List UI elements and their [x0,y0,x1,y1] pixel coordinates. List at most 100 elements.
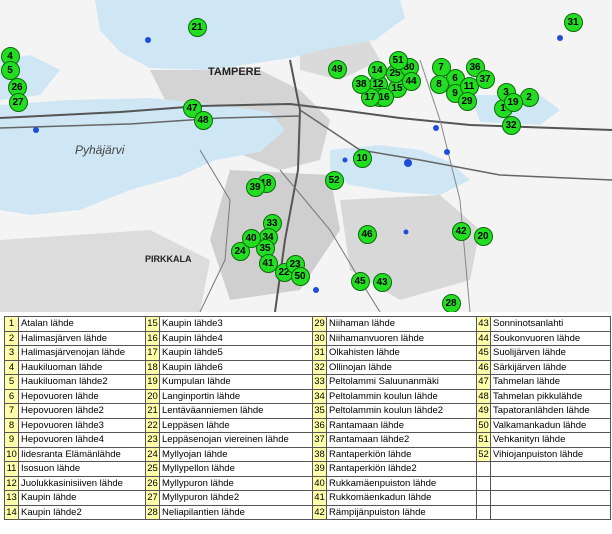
legend-row: 3 Halimasjärvenojan lähde 17 Kaupin lähde5 3… [4,345,611,361]
legend-number: 27 [145,490,160,506]
legend-number: 18 [145,359,160,375]
legend-spring-name: Halimasjärven lähde [18,330,146,346]
legend-spring-name: Tahmelan pikkulähde [490,388,611,404]
spring-marker-39[interactable]: 39 [245,177,265,197]
legend-spring-name: Rantaperkiön lähde2 [326,461,477,477]
spring-marker-41[interactable]: 41 [258,253,278,273]
legend-spring-name: Lentäväanniemen lähde [159,403,313,419]
legend-row: 11 Isosuon lähde 25 Myllypellon lähde 39 Rant… [4,461,611,477]
spring-marker-32[interactable]: 32 [501,115,521,135]
legend-spring-name: Ollinojan lähde [326,359,477,375]
legend-spring-name: Niihamanvuoren lähde [326,330,477,346]
spring-marker-45[interactable]: 45 [350,271,370,291]
legend-row: 14 Kaupin lähde2 28 Neliapilantien lähde 42 R… [4,504,611,520]
legend-number: 21 [145,403,160,419]
legend-number: 2 [4,330,19,346]
legend-spring-name: Isosuon lähde [18,461,146,477]
spring-marker-49[interactable]: 49 [327,59,347,79]
legend-number: 13 [4,490,19,506]
spring-marker-29[interactable]: 29 [457,91,477,111]
legend-spring-name: Särkijärven lähde [490,359,611,375]
spring-marker-38[interactable]: 38 [351,74,371,94]
legend-spring-name: Haukiluoman lähde [18,359,146,375]
legend-spring-name: Rantaperkiön lähde [326,446,477,462]
spring-marker-10[interactable]: 10 [352,148,372,168]
legend-spring-name: Tapatoranlähden lähde [490,403,611,419]
spring-marker-19[interactable]: 19 [503,92,523,112]
legend-number: 33 [312,374,327,390]
legend-number: 24 [145,446,160,462]
legend-number: 6 [4,388,19,404]
legend-number: 46 [476,359,491,375]
legend-spring-name: Myllypuron lähde [159,475,313,491]
spring-marker-37[interactable]: 37 [475,69,495,89]
spring-marker-21[interactable]: 21 [187,17,207,37]
legend-empty-cell [476,490,491,506]
spring-marker-51[interactable]: 51 [388,50,408,70]
legend-empty-cell [490,475,611,491]
legend-empty-cell [490,504,611,520]
legend-number: 30 [312,330,327,346]
legend-spring-name: Olkahisten lähde [326,345,477,361]
legend-number: 3 [4,345,19,361]
spring-marker-7[interactable]: 7 [431,57,451,77]
legend-number: 32 [312,359,327,375]
spring-marker-46[interactable]: 46 [357,224,377,244]
legend-number: 25 [145,461,160,477]
legend-number: 37 [312,432,327,448]
legend-spring-name: Myllypellon lähde [159,461,313,477]
legend-empty-cell [490,461,611,477]
spring-marker-43[interactable]: 43 [372,272,392,292]
legend-number: 38 [312,446,327,462]
legend-spring-name: Vihiojanpuiston lähde [490,446,611,462]
legend-number: 26 [145,475,160,491]
legend-row: 6 Hepovuoren lähde 20 Langinportin lähde 34 P… [4,388,611,404]
legend-row: 1 Atalan lähde 15 Kaupin lähde3 29 Niihaman l… [4,316,611,332]
legend-spring-name: Rukkamäenpuiston lähde [326,475,477,491]
legend-spring-name: Kaupin lähde6 [159,359,313,375]
legend-spring-name: Neliapilantien lähde [159,504,313,520]
spring-marker-52[interactable]: 52 [324,170,344,190]
legend-number: 17 [145,345,160,361]
legend-number: 48 [476,388,491,404]
spring-marker-40[interactable]: 40 [241,228,261,248]
legend-spring-name: Suolijärven lähde [490,345,611,361]
spring-marker-48[interactable]: 48 [193,110,213,130]
legend-spring-name: Hepovuoren lähde3 [18,417,146,433]
spring-marker-31[interactable]: 31 [563,12,583,32]
legend-number: 14 [4,504,19,520]
spring-marker-5[interactable]: 5 [0,60,20,80]
legend-spring-name: Myllypuron lähde2 [159,490,313,506]
legend-number: 11 [4,461,19,477]
legend-number: 23 [145,432,160,448]
legend-row: 7 Hepovuoren lähde2 21 Lentäväanniemen lähd… [4,403,611,419]
legend-spring-name: Leppäsenojan viereinen lähde [159,432,313,448]
legend-spring-name: Rantamaan lähde [326,417,477,433]
legend-number: 45 [476,345,491,361]
legend-row: 8 Hepovuoren lähde3 22 Leppäsen lähde 36 Rant… [4,417,611,433]
spring-marker-20[interactable]: 20 [473,226,493,246]
spring-marker-42[interactable]: 42 [451,221,471,241]
legend-number: 51 [476,432,491,448]
spring-marker-28[interactable]: 28 [441,293,461,312]
spring-marker-14[interactable]: 14 [367,60,387,80]
legend-spring-name: Atalan lähde [18,316,146,332]
legend-number: 42 [312,504,327,520]
legend-empty-cell [476,475,491,491]
legend-number: 39 [312,461,327,477]
legend-table: 1 Atalan lähde 15 Kaupin lähde3 29 Niihaman l… [4,316,611,520]
legend-spring-name: Juolukkasinisiiven lähde [18,475,146,491]
legend-number: 49 [476,403,491,419]
legend-number: 34 [312,388,327,404]
legend-number: 5 [4,374,19,390]
legend-spring-name: Tahmelan lähde [490,374,611,390]
legend-number: 7 [4,403,19,419]
place-label-tampere: TAMPERE [208,66,261,78]
spring-marker-27[interactable]: 27 [8,92,28,112]
legend-number: 1 [4,316,19,332]
legend-row: 9 Hepovuoren lähde4 23 Leppäsenojan vierein… [4,432,611,448]
legend-row: 12 Juolukkasinisiiven lähde 26 Myllypuron l… [4,475,611,491]
spring-marker-50[interactable]: 50 [290,266,310,286]
legend-spring-name: Kaupin lähde3 [159,316,313,332]
spring-marker-44[interactable]: 44 [401,71,421,91]
